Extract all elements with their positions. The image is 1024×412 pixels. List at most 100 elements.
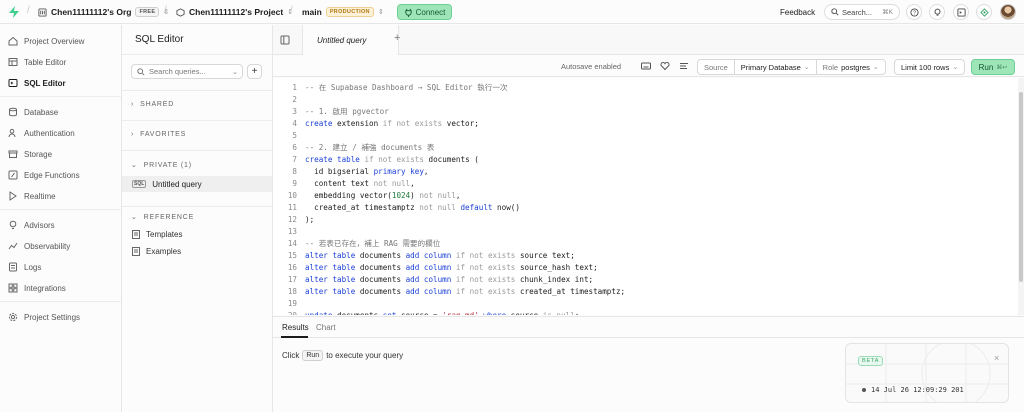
project-name: Chen11111112's Project [189,7,284,17]
code-line: embedding vector(1024) not null, [305,191,461,200]
list-item[interactable]: SQL Untitled query [122,176,272,192]
line-number: 17 [287,275,297,284]
code-line: create extension if not exists vector; [305,119,479,128]
project-selector[interactable]: Chen11111112's Project ⇕ [176,0,293,24]
tab-results[interactable]: Results [282,323,309,332]
source-label: Source [704,62,728,72]
role-dropdown[interactable]: Role postgres ⌄ [817,60,885,74]
chevron-right-icon: › [131,101,135,108]
nav-label: Logs [24,262,42,272]
connect-button[interactable]: Connect [397,4,452,20]
section-shared[interactable]: › SHARED [131,101,174,108]
line-number: 7 [292,155,297,164]
assistant-icon [979,7,989,17]
line-number: 1 [292,83,297,92]
section-label: REFERENCE [143,213,195,221]
new-query-button[interactable]: + [247,64,262,79]
autosave-status: Autosave enabled [561,62,622,71]
sidebar-toggle-button[interactable] [277,32,293,48]
terminal-icon [8,79,18,87]
line-number: 6 [292,143,297,152]
editor-toolbar: Autosave enabled Source Primary Database… [273,56,1024,77]
section-private[interactable]: ⌄ PRIVATE (1) [131,161,192,170]
breadcrumb-separator: / [164,5,167,16]
line-number: 11 [287,203,297,212]
nav-divider [0,96,122,97]
run-button[interactable]: Run ⌘↩ [971,59,1015,75]
nav-item-sql-editor[interactable]: SQL Editor [8,75,118,91]
code-line: -- 在 Supabase Dashboard → SQL Editor 執行一… [305,83,508,92]
query-name: Untitled query [152,179,202,189]
nav-item-project-overview[interactable]: Project Overview [8,33,118,49]
code-line: create table if not exists documents ( [305,155,479,164]
section-reference[interactable]: ⌄ REFERENCE [131,213,195,222]
nav-item-edge-functions[interactable]: Edge Functions [8,167,118,183]
blocks-icon [8,283,18,293]
org-selector[interactable]: Chen11111112's Org FREE ⇕ [38,0,169,24]
help-button[interactable]: ? [906,4,922,20]
breadcrumb-separator: / [27,5,30,16]
nav-item-advisors[interactable]: Advisors [8,217,118,233]
line-number: 4 [292,119,297,128]
source-dropdown[interactable]: Primary Database ⌄ [735,60,817,74]
advisor-button[interactable] [929,4,945,20]
nav-item-storage[interactable]: Storage [8,146,118,162]
branch-selector[interactable]: main PRODUCTION ⇕ [302,0,384,24]
code-line: alter table documents add column if not … [305,275,594,284]
nav-item-realtime[interactable]: Realtime [8,188,118,204]
avatar[interactable] [1000,4,1016,20]
add-tab-button[interactable]: + [394,32,400,44]
assistant-button[interactable] [976,4,992,20]
chevron-updown-icon: ⇕ [377,9,384,16]
heart-icon[interactable] [660,61,670,71]
keyboard-icon[interactable] [641,61,651,71]
supabase-logo-icon[interactable] [8,6,20,18]
document-icon [132,247,140,256]
section-label: FAVORITES [140,131,187,138]
reference-item-templates[interactable]: Templates [132,230,182,239]
divider [122,206,273,207]
top-bar: / Chen11111112's Org FREE ⇕ / Chen111111… [0,0,1024,24]
terminal-button[interactable] [953,4,969,20]
tab-untitled-query[interactable]: Untitled query [302,25,399,55]
nav-item-database[interactable]: Database [8,104,118,120]
close-icon[interactable]: × [994,353,999,363]
section-favorites[interactable]: › FAVORITES [131,131,186,138]
run-shortcut: ⌘↩ [996,64,1008,71]
source-role-selector: Source Primary Database ⌄ Role postgres ⌄ [697,59,886,75]
nav-item-integrations[interactable]: Integrations [8,280,118,296]
line-number: 20 [273,310,297,315]
line-number: 19 [287,299,297,308]
code-line: id bigserial primary key, [305,167,429,176]
section-label: PRIVATE (1) [143,161,192,169]
users-icon [8,128,16,138]
filter-icon[interactable]: ⌄ [232,68,238,76]
main-sidebar: Project Overview Table Editor SQL Editor… [0,25,122,412]
source-value: Primary Database [740,62,801,72]
global-search-button[interactable]: Search... ⌘K [824,4,900,20]
plug-icon [404,8,412,17]
results-empty-hint: Click Run to execute your query [282,350,403,361]
nav-divider [0,301,122,302]
tab-chart[interactable]: Chart [316,323,336,332]
notification-card[interactable]: BETA × 14 Jul 26 12:09:29 201 [845,343,1009,403]
status-dot [862,388,866,392]
format-icon[interactable] [679,61,689,71]
code-editor[interactable]: 1 2 3 4 5 6 7 8 9 10 11 12 13 14 15 16 1… [273,78,1024,315]
nav-label: Table Editor [24,57,67,67]
line-number: 15 [287,251,297,260]
reference-item-examples[interactable]: Examples [132,247,181,256]
nav-item-project-settings[interactable]: Project Settings [8,309,118,325]
row-limit-dropdown[interactable]: Limit 100 rows ⌄ [894,59,966,75]
hint-text: to execute your query [326,351,404,360]
nav-item-table-editor[interactable]: Table Editor [8,54,118,70]
nav-item-logs[interactable]: Logs [8,259,118,275]
nav-item-observability[interactable]: Observability [8,238,118,254]
feedback-button[interactable]: Feedback [780,0,815,24]
code-line: -- 2. 建立 / 補強 documents 表 [305,143,435,152]
nav-label: Project Settings [24,312,81,322]
nav-label: Advisors [24,220,55,230]
query-search-input[interactable]: Search queries... ⌄ [131,64,243,79]
nav-item-authentication[interactable]: Authentication [8,125,118,141]
editor-scrollbar-thumb[interactable] [1019,92,1023,282]
